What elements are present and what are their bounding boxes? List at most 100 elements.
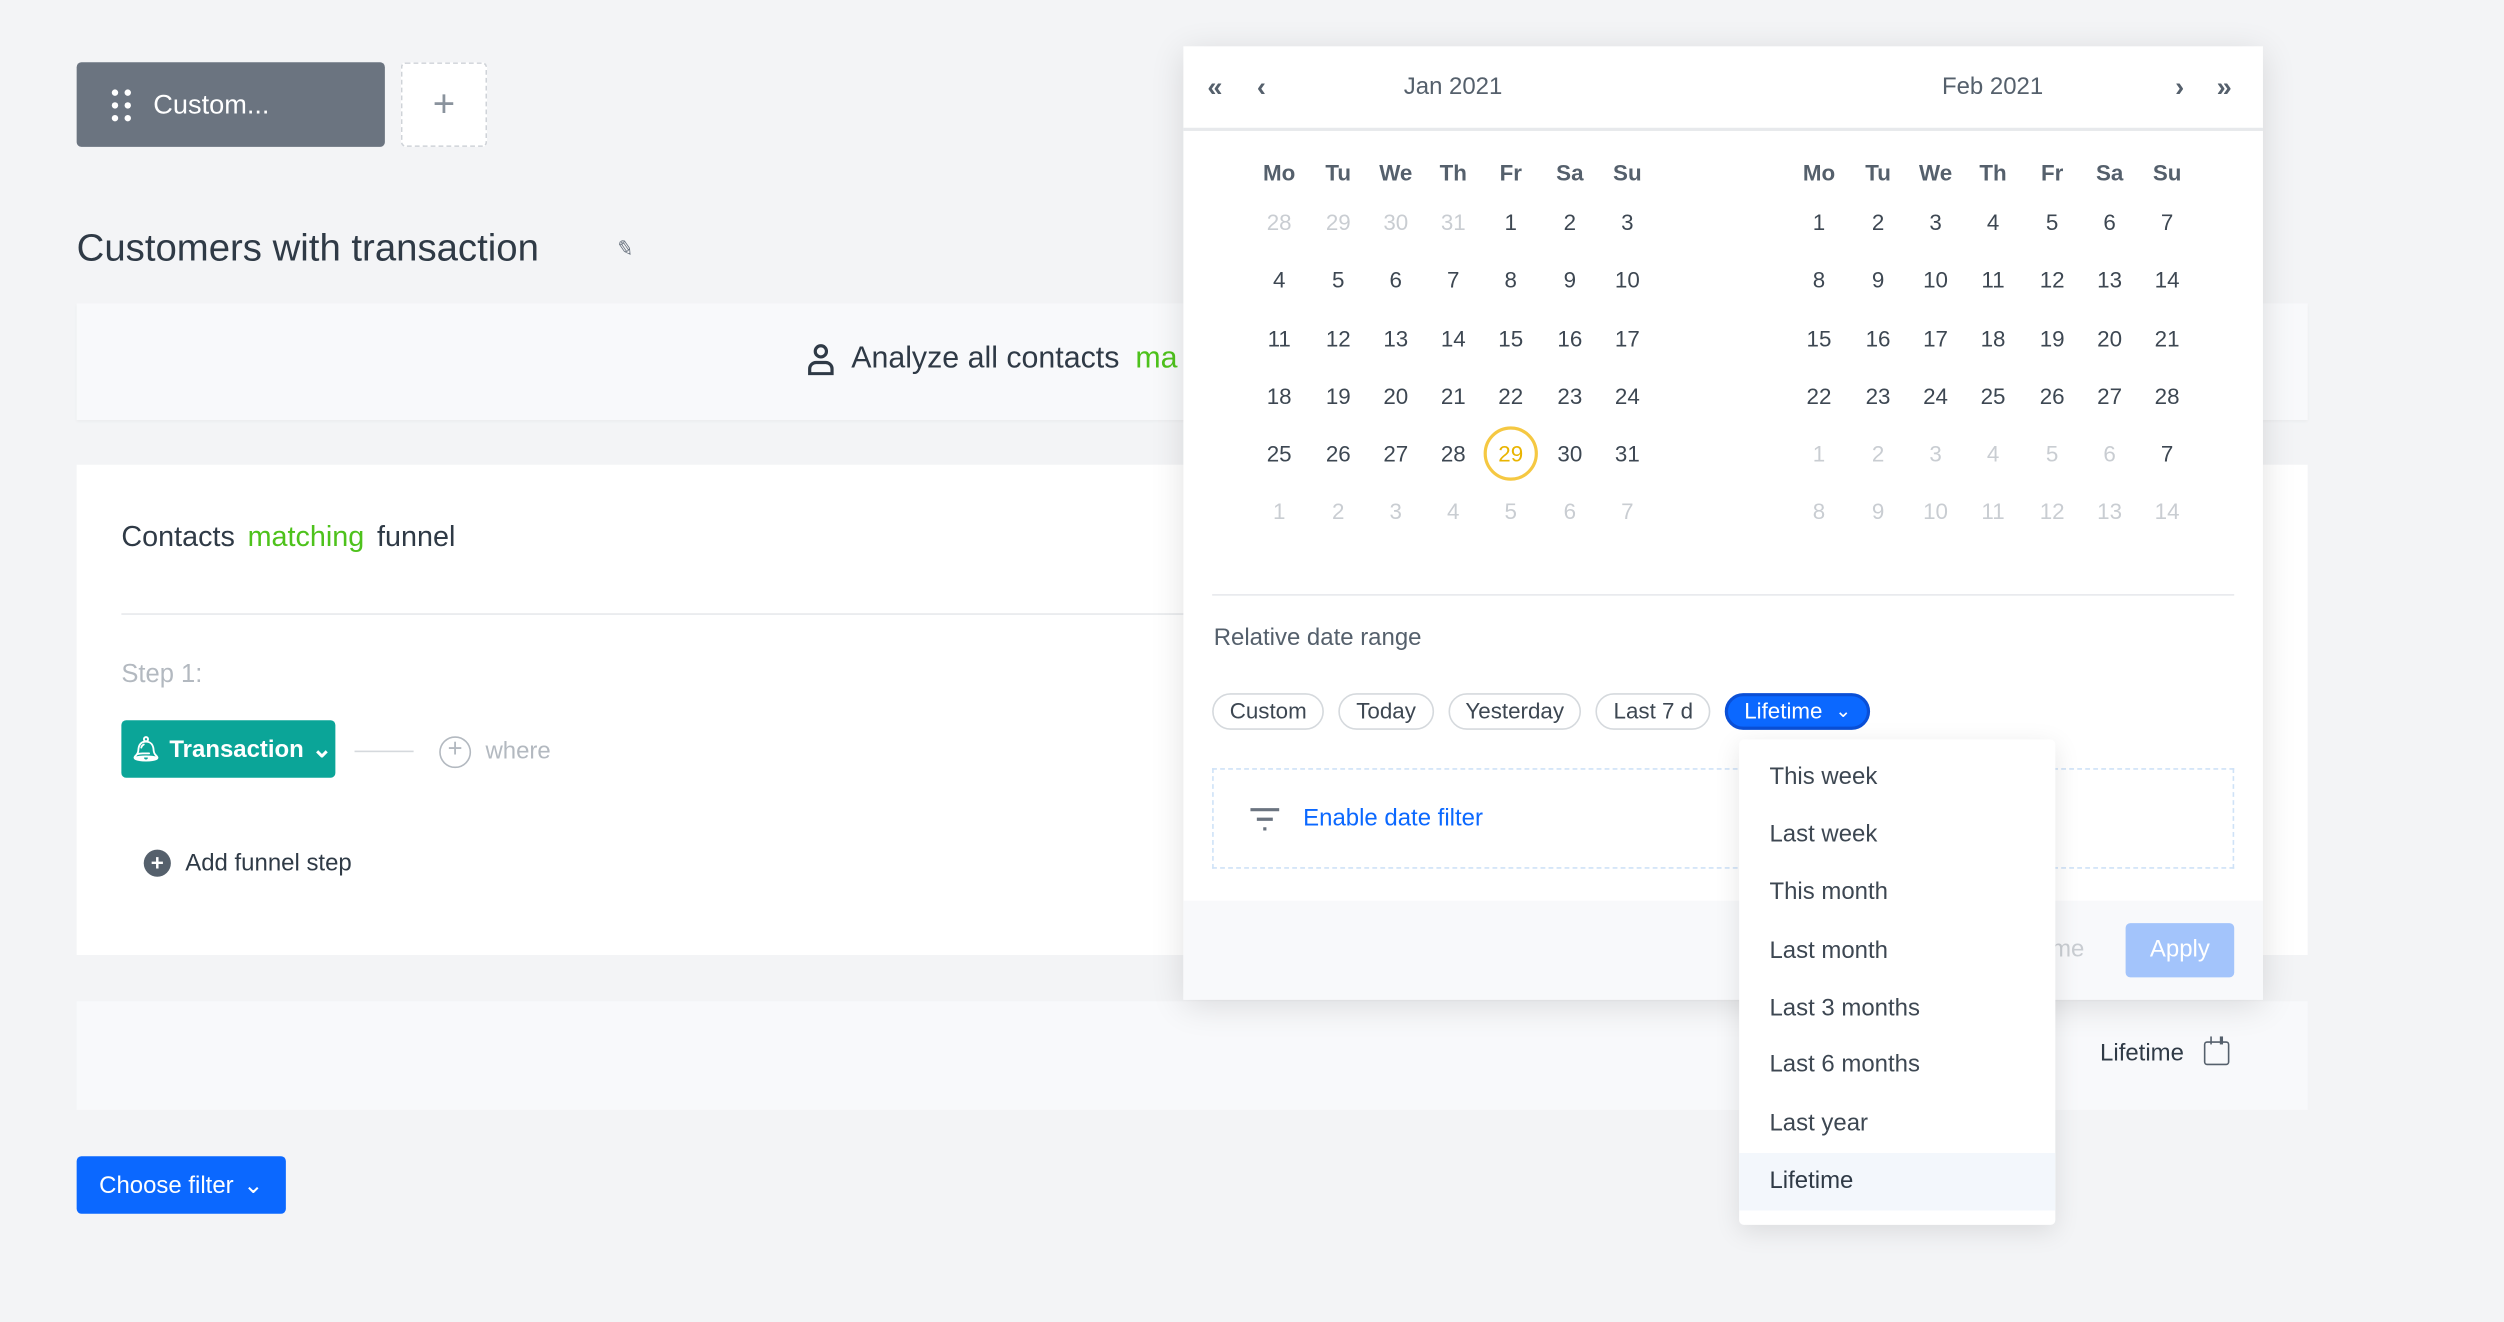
day-cell[interactable]: 12 (1311, 311, 1365, 365)
day-cell[interactable]: 25 (1252, 426, 1306, 480)
chip-yesterday[interactable]: Yesterday (1447, 693, 1582, 730)
day-cell[interactable]: 14 (1426, 311, 1480, 365)
segment-tab[interactable]: Custom... (76, 62, 385, 147)
day-cell[interactable]: 21 (2140, 311, 2194, 365)
dropdown-item-selected[interactable]: Lifetime (1739, 1153, 2056, 1211)
add-where-icon[interactable]: + (439, 736, 472, 769)
day-cell[interactable]: 10 (1908, 484, 1962, 538)
day-cell[interactable]: 6 (2082, 426, 2136, 480)
day-cell[interactable]: 10 (1908, 252, 1962, 306)
day-cell[interactable]: 1 (1792, 426, 1846, 480)
funnel-mode[interactable]: matching (248, 521, 365, 555)
day-cell[interactable]: 18 (1252, 369, 1306, 423)
edit-pencil-icon[interactable]: ✎ (614, 235, 636, 263)
day-cell[interactable]: 11 (1966, 252, 2020, 306)
day-cell[interactable]: 3 (1600, 195, 1654, 249)
date-range-trigger[interactable]: Lifetime (2100, 1036, 2229, 1067)
day-cell[interactable]: 28 (1252, 195, 1306, 249)
day-cell[interactable]: 31 (1600, 426, 1654, 480)
day-cell[interactable]: 27 (1369, 426, 1423, 480)
add-tab-button[interactable]: + (400, 62, 488, 147)
day-cell[interactable]: 8 (1792, 252, 1846, 306)
chip-last-7-days[interactable]: Last 7 d (1595, 693, 1711, 730)
day-cell[interactable]: 4 (1252, 252, 1306, 306)
day-cell[interactable]: 21 (1426, 369, 1480, 423)
day-cell[interactable]: 23 (1851, 369, 1905, 423)
dropdown-item[interactable]: Last month (1739, 923, 2055, 980)
day-cell[interactable]: 12 (2025, 484, 2079, 538)
day-cell[interactable]: 22 (1792, 369, 1846, 423)
day-cell[interactable]: 4 (1966, 426, 2020, 480)
day-cell[interactable]: 11 (1252, 311, 1306, 365)
day-cell[interactable]: 26 (1311, 426, 1365, 480)
day-cell[interactable]: 28 (2140, 369, 2194, 423)
day-cell[interactable]: 13 (2082, 484, 2136, 538)
dropdown-item[interactable]: Last year (1739, 1096, 2055, 1153)
day-cell[interactable]: 27 (2082, 369, 2136, 423)
day-cell[interactable]: 24 (1908, 369, 1962, 423)
day-cell[interactable]: 5 (2025, 426, 2079, 480)
day-cell[interactable]: 7 (1426, 252, 1480, 306)
drag-handle-icon[interactable] (111, 88, 131, 121)
day-cell[interactable]: 9 (1851, 252, 1905, 306)
apply-button[interactable]: Apply (2125, 923, 2235, 978)
chip-custom[interactable]: Custom (1212, 693, 1325, 730)
chip-lifetime[interactable]: Lifetime ⌄ (1725, 693, 1871, 730)
day-cell[interactable]: 23 (1543, 369, 1597, 423)
day-cell[interactable]: 19 (1311, 369, 1365, 423)
day-cell[interactable]: 28 (1426, 426, 1480, 480)
day-cell[interactable]: 15 (1792, 311, 1846, 365)
day-cell[interactable]: 12 (2025, 252, 2079, 306)
dropdown-item[interactable]: Last 6 months (1739, 1036, 2055, 1093)
day-cell[interactable]: 7 (2140, 195, 2194, 249)
day-cell[interactable]: 2 (1311, 484, 1365, 538)
day-cell[interactable]: 14 (2140, 484, 2194, 538)
day-cell[interactable]: 16 (1543, 311, 1597, 365)
day-cell[interactable]: 9 (1543, 252, 1597, 306)
day-cell[interactable]: 8 (1792, 484, 1846, 538)
day-cell[interactable]: 26 (2025, 369, 2079, 423)
enable-date-filter[interactable]: Enable date filter (1212, 768, 2235, 869)
dropdown-item[interactable]: Last week (1739, 806, 2055, 863)
analyze-highlight[interactable]: ma (1135, 342, 1177, 377)
day-cell[interactable]: 15 (1484, 311, 1538, 365)
add-funnel-step-button[interactable]: + Add funnel step (143, 849, 352, 877)
dropdown-item[interactable]: Last 3 months (1739, 981, 2055, 1038)
next-month-icon[interactable]: › (2175, 72, 2184, 104)
day-cell[interactable]: 25 (1966, 369, 2020, 423)
chip-today[interactable]: Today (1338, 693, 1434, 730)
day-cell[interactable]: 22 (1484, 369, 1538, 423)
day-cell[interactable]: 10 (1600, 252, 1654, 306)
day-cell[interactable]: 2 (1851, 426, 1905, 480)
day-cell[interactable]: 29 (1311, 195, 1365, 249)
day-cell[interactable]: 13 (1369, 311, 1423, 365)
day-cell[interactable]: 6 (1369, 252, 1423, 306)
day-cell[interactable]: 30 (1543, 426, 1597, 480)
day-cell[interactable]: 6 (2082, 195, 2136, 249)
day-today[interactable]: 29 (1483, 426, 1538, 481)
event-select[interactable]: 🔔︎ Transaction ⌄ (121, 720, 336, 778)
day-cell[interactable]: 3 (1908, 426, 1962, 480)
dropdown-item[interactable]: This week (1739, 749, 2055, 806)
day-cell[interactable]: 24 (1600, 369, 1654, 423)
day-cell[interactable]: 11 (1966, 484, 2020, 538)
day-cell[interactable]: 30 (1369, 195, 1423, 249)
dropdown-item[interactable]: This month (1739, 864, 2055, 921)
next-year-icon[interactable]: » (2217, 72, 2232, 104)
prev-year-icon[interactable]: « (1207, 72, 1222, 104)
day-cell[interactable]: 1 (1484, 195, 1538, 249)
day-cell[interactable]: 20 (2082, 311, 2136, 365)
day-cell[interactable]: 14 (2140, 252, 2194, 306)
day-cell[interactable]: 9 (1851, 484, 1905, 538)
day-cell[interactable]: 4 (1966, 195, 2020, 249)
day-cell[interactable]: 7 (2140, 426, 2194, 480)
day-cell[interactable]: 19 (2025, 311, 2079, 365)
day-cell[interactable]: 13 (2082, 252, 2136, 306)
day-cell[interactable]: 1 (1792, 195, 1846, 249)
day-cell[interactable]: 6 (1543, 484, 1597, 538)
day-cell[interactable]: 1 (1252, 484, 1306, 538)
where-link[interactable]: where (485, 738, 550, 765)
day-cell[interactable]: 7 (1600, 484, 1654, 538)
day-cell[interactable]: 2 (1543, 195, 1597, 249)
day-cell[interactable]: 20 (1369, 369, 1423, 423)
